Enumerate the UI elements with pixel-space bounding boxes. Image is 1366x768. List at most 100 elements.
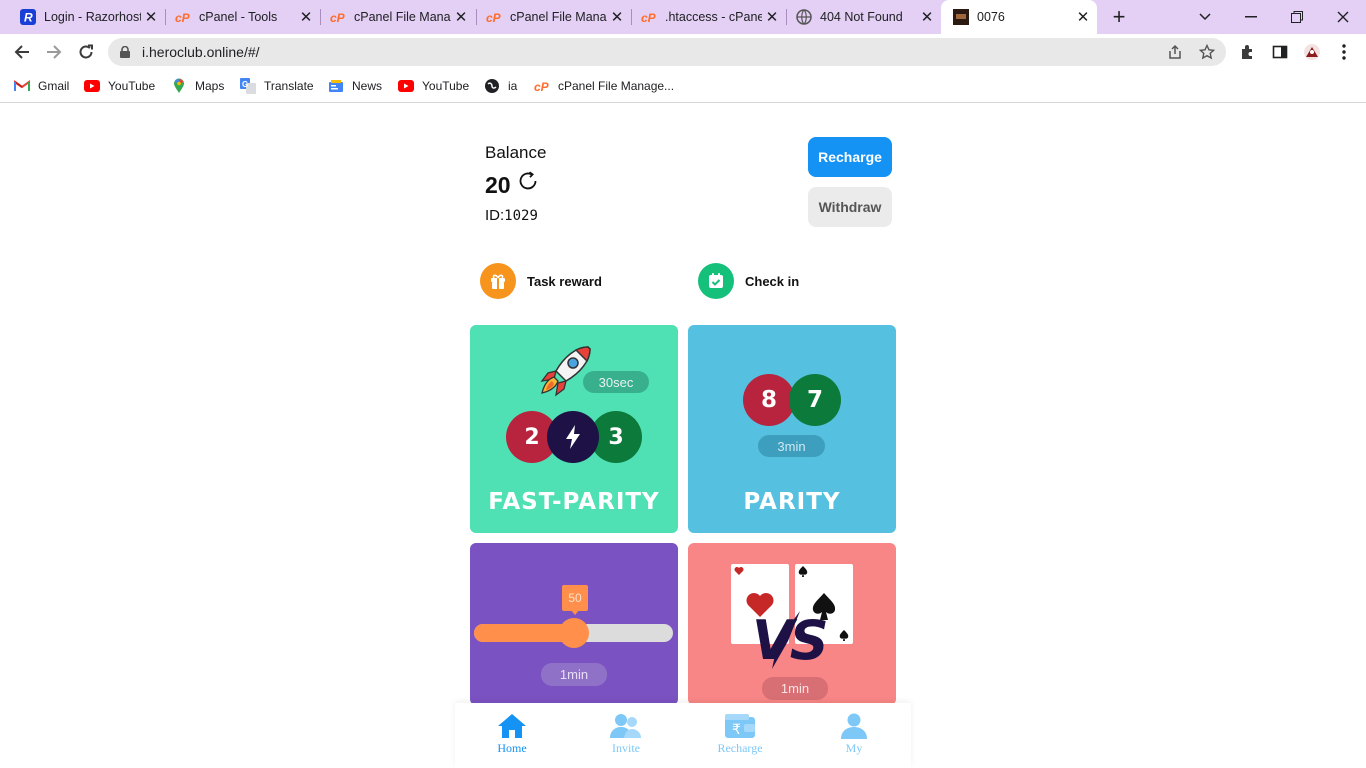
calendar-check-icon	[698, 263, 734, 299]
extensions-icon[interactable]	[1234, 38, 1262, 66]
parity-title: PARITY	[743, 489, 841, 515]
youtube-icon	[398, 78, 414, 94]
user-icon	[841, 713, 867, 739]
tab-404[interactable]: 404 Not Found ✕	[776, 0, 941, 34]
share-icon[interactable]	[1166, 43, 1184, 61]
fast-parity-title: FAST-PARITY	[488, 489, 660, 515]
lock-icon	[120, 46, 130, 58]
tab-cpanel-file-manager-2[interactable]: cP cPanel File Manager ✕	[466, 0, 631, 34]
svg-text:cP: cP	[486, 11, 502, 23]
bookmark-label: News	[352, 79, 383, 93]
gift-icon	[480, 263, 516, 299]
user-id-label: ID:	[485, 207, 505, 224]
check-in-label: Check in	[745, 273, 800, 289]
browser-toolbar: i.heroclub.online/#/	[0, 34, 1366, 70]
bottom-nav: Home Invite ₹ Recharge My	[455, 703, 911, 768]
bookmark-maps[interactable]: Maps	[171, 76, 224, 96]
nav-recharge-label: Recharge	[717, 741, 763, 755]
nav-invite[interactable]: Invite	[586, 713, 666, 763]
youtube-icon	[84, 78, 100, 94]
withdraw-button[interactable]: Withdraw	[808, 187, 892, 227]
tab-search-icon[interactable]	[1192, 0, 1218, 34]
bookmark-ia[interactable]: ia	[484, 76, 517, 96]
task-reward-button[interactable]: Task reward	[480, 263, 602, 299]
minimize-icon[interactable]	[1228, 0, 1274, 34]
slider-track	[474, 618, 673, 648]
bookmark-gmail[interactable]: Gmail	[14, 76, 69, 96]
fast-parity-card[interactable]: 30sec 2 3 FAST-PARITY	[470, 325, 678, 533]
tab-title: cPanel File Manager	[354, 10, 451, 24]
svg-text:R: R	[24, 11, 33, 25]
user-id: ID:1029	[485, 207, 538, 224]
card-vs-game-time: 1min	[762, 677, 828, 700]
tab-razorhost[interactable]: R Login - Razorhost ✕	[0, 0, 165, 34]
spade-small-icon	[798, 566, 808, 577]
recharge-button[interactable]: Recharge	[808, 137, 892, 177]
bookmark-label: YouTube	[108, 79, 156, 93]
check-in-button[interactable]: Check in	[698, 263, 799, 299]
slider-game-time: 1min	[541, 663, 607, 686]
tab-cpanel-tools[interactable]: cP cPanel - Tools ✕	[155, 0, 320, 34]
svg-text:cP: cP	[175, 11, 191, 23]
profile-avatar-icon[interactable]	[1298, 38, 1326, 66]
nav-home[interactable]: Home	[472, 713, 552, 763]
cpanel-icon: cP	[641, 9, 657, 25]
parity-time: 3min	[758, 435, 825, 457]
slider-thumb[interactable]	[559, 618, 589, 648]
cpanel-icon: cP	[175, 9, 191, 25]
bookmark-news[interactable]: News	[328, 76, 382, 96]
nav-invite-label: Invite	[612, 741, 640, 755]
lightning-icon	[547, 411, 599, 463]
nav-recharge[interactable]: ₹ Recharge	[700, 713, 780, 763]
slider-game-card[interactable]: 50 1min	[470, 543, 678, 705]
slider-tooltip-arrow	[570, 609, 580, 615]
page: Balance 20 ID:1029 Recharge Withdraw Tas…	[0, 103, 1366, 768]
site-icon	[953, 9, 969, 25]
gmail-icon	[14, 78, 30, 94]
refresh-icon[interactable]	[517, 170, 539, 192]
bookmark-label: Translate	[264, 79, 314, 93]
heart-small-icon	[734, 567, 744, 575]
bookmark-star-icon[interactable]	[1198, 43, 1216, 61]
tab-title: cPanel File Manager	[510, 10, 607, 24]
versus-label: VS	[752, 609, 829, 672]
globe-icon	[796, 9, 812, 25]
bookmark-label: cPanel File Manage...	[558, 79, 675, 93]
menu-kebab-icon[interactable]	[1330, 38, 1358, 66]
new-tab-button[interactable]: +	[1106, 0, 1132, 34]
tab-htaccess[interactable]: cP .htaccess - cPanel ✕	[621, 0, 786, 34]
close-icon[interactable]: ✕	[917, 8, 937, 26]
nav-my-label: My	[845, 741, 863, 755]
back-icon[interactable]	[8, 38, 36, 66]
side-panel-icon[interactable]	[1266, 38, 1294, 66]
address-bar[interactable]: i.heroclub.online/#/	[108, 38, 1226, 66]
card-vs-game-card[interactable]: VS 1min	[688, 543, 896, 705]
tab-title: cPanel - Tools	[199, 10, 278, 24]
bookmarks-bar: Gmail YouTube Maps G Translate News YouT…	[0, 70, 1366, 103]
reload-icon[interactable]	[72, 38, 100, 66]
close-window-icon[interactable]	[1320, 0, 1366, 34]
nav-my[interactable]: My	[814, 713, 894, 763]
bookmark-translate[interactable]: G Translate	[240, 76, 314, 96]
balance-amount: 20	[485, 172, 511, 198]
bookmark-label: YouTube	[422, 79, 470, 93]
spade-small-icon	[839, 630, 849, 641]
tab-cpanel-file-manager[interactable]: cP cPanel File Manager ✕	[310, 0, 475, 34]
home-icon	[498, 714, 526, 738]
task-reward-label: Task reward	[527, 273, 602, 289]
url-text: i.heroclub.online/#/	[142, 44, 260, 60]
user-id-value: 1029	[504, 208, 538, 224]
tab-title: 0076	[977, 10, 1005, 24]
forward-icon[interactable]	[40, 38, 68, 66]
fast-parity-time: 30sec	[583, 371, 649, 393]
bookmark-youtube-2[interactable]: YouTube	[398, 76, 469, 96]
parity-card[interactable]: 8 7 3min PARITY	[688, 325, 896, 533]
restore-icon[interactable]	[1274, 0, 1320, 34]
nav-home-label: Home	[497, 741, 527, 755]
balance-label: Balance	[485, 143, 547, 162]
close-icon[interactable]: ✕	[1073, 8, 1093, 26]
svg-text:cP: cP	[330, 11, 346, 23]
bookmark-cpanel[interactable]: cP cPanel File Manage...	[534, 76, 674, 96]
bookmark-youtube[interactable]: YouTube	[84, 76, 155, 96]
tab-0076[interactable]: 0076 ✕	[941, 0, 1097, 34]
